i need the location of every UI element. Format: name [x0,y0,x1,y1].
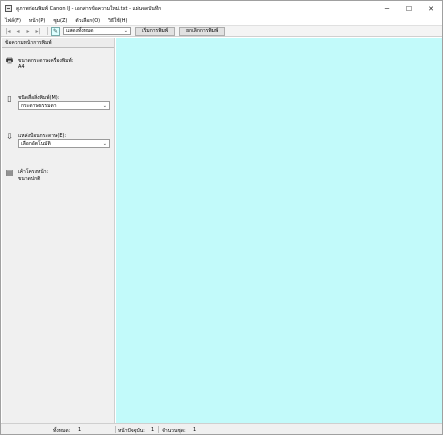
total-pages-value: 1 [78,427,82,433]
start-print-button[interactable]: เริ่มการพิมพ์ [135,26,176,36]
chevron-down-icon: ⌄ [102,140,107,147]
total-pages-label: ทั้งหมด: [53,428,71,434]
menu-help[interactable]: วิธีใช้(H) [108,17,127,25]
toolbar: |◂ ◂ ▸ ▸| ✎ แสดงทั้งหมด ⌄ เริ่มการพิมพ์ … [1,25,442,37]
page-layout-icon: ▤ [5,168,14,177]
paper-source-value: เลือกอัตโนมัติ [21,140,51,147]
zoom-select[interactable]: แสดงทั้งหมด ⌄ [63,27,131,35]
print-preview-window: ดูภาพก่อนพิมพ์ Canon IJ - เอกสารข้อความใ… [0,0,443,435]
paper-sheet-icon: ▯ [7,94,12,103]
preview-area[interactable] [116,38,442,423]
paper-source-select[interactable]: เลือกอัตโนมัติ ⌄ [18,139,110,148]
maximize-button[interactable]: ☐ [398,1,420,16]
settings-panel: ข้อความหน้าการพิมพ์ 🖶 ขนาดกระดาษเครื่องพ… [2,38,115,423]
copies-label: จำนวนชุด: [162,428,186,434]
cancel-print-button[interactable]: ยกเลิกการพิมพ์ [179,26,226,36]
menu-zoom[interactable]: ซูม(Z) [53,17,67,25]
chevron-down-icon: ⌄ [123,28,128,34]
media-type-select[interactable]: กระดาษธรรมดา ⌄ [18,101,110,110]
status-bar: ทั้งหมด: 1 หน้าปัจจุบัน: 1 จำนวนชุด: 1 [1,423,442,434]
window-controls: ─ ☐ ✕ [376,1,442,16]
chevron-down-icon: ⌄ [102,102,107,109]
copies-value: 1 [193,427,197,433]
zoom-select-value: แสดงทั้งหมด [66,28,94,34]
paper-size-label: ขนาดกระดาษเครื่องพิมพ์: [18,58,74,64]
page-layout-setting: ▤ เค้าโครงหน้า: ขนาดปกติ [5,168,113,186]
first-page-icon[interactable]: |◂ [4,27,12,35]
printer-paper-icon: 🖶 [5,55,14,65]
media-type-value: กระดาษธรรมดา [21,102,57,109]
minimize-button[interactable]: ─ [376,1,398,16]
panel-tab[interactable]: ข้อความหน้าการพิมพ์ [2,38,114,48]
paper-size-value: A4 [18,64,25,70]
previous-page-icon[interactable]: ◂ [14,27,22,35]
zoom-icon[interactable]: ✎ [51,26,60,36]
paper-size-setting: 🖶 ขนาดกระดาษเครื่องพิมพ์: A4 [5,55,113,75]
paper-source-setting: ⇩ แหล่งป้อนกระดาษ(E): เลือกอัตโนมัติ ⌄ [5,132,113,152]
app-icon [5,5,12,12]
menu-page[interactable]: หน้า(P) [29,17,45,25]
next-page-icon[interactable]: ▸ [24,27,32,35]
title-bar: ดูภาพก่อนพิมพ์ Canon IJ - เอกสารข้อความใ… [1,1,442,16]
close-button[interactable]: ✕ [420,1,442,16]
status-divider [115,426,116,433]
toolbar-separator [47,27,48,35]
menu-file[interactable]: ไฟล์(F) [5,17,21,25]
paper-feed-icon: ⇩ [6,132,13,141]
status-divider [158,426,159,433]
menu-bar: ไฟล์(F) หน้า(P) ซูม(Z) ตัวเลือก(O) วิธีใ… [1,16,442,25]
current-page-value: 1 [151,427,155,433]
media-type-setting: ▯ ชนิดสื่อสิ่งพิมพ์(M): กระดาษธรรมดา ⌄ [5,94,113,114]
current-page-label: หน้าปัจจุบัน: [118,428,145,434]
last-page-icon[interactable]: ▸| [34,27,42,35]
menu-options[interactable]: ตัวเลือก(O) [75,17,100,25]
page-layout-value: ขนาดปกติ [18,176,41,182]
window-title: ดูภาพก่อนพิมพ์ Canon IJ - เอกสารข้อความใ… [16,5,162,12]
